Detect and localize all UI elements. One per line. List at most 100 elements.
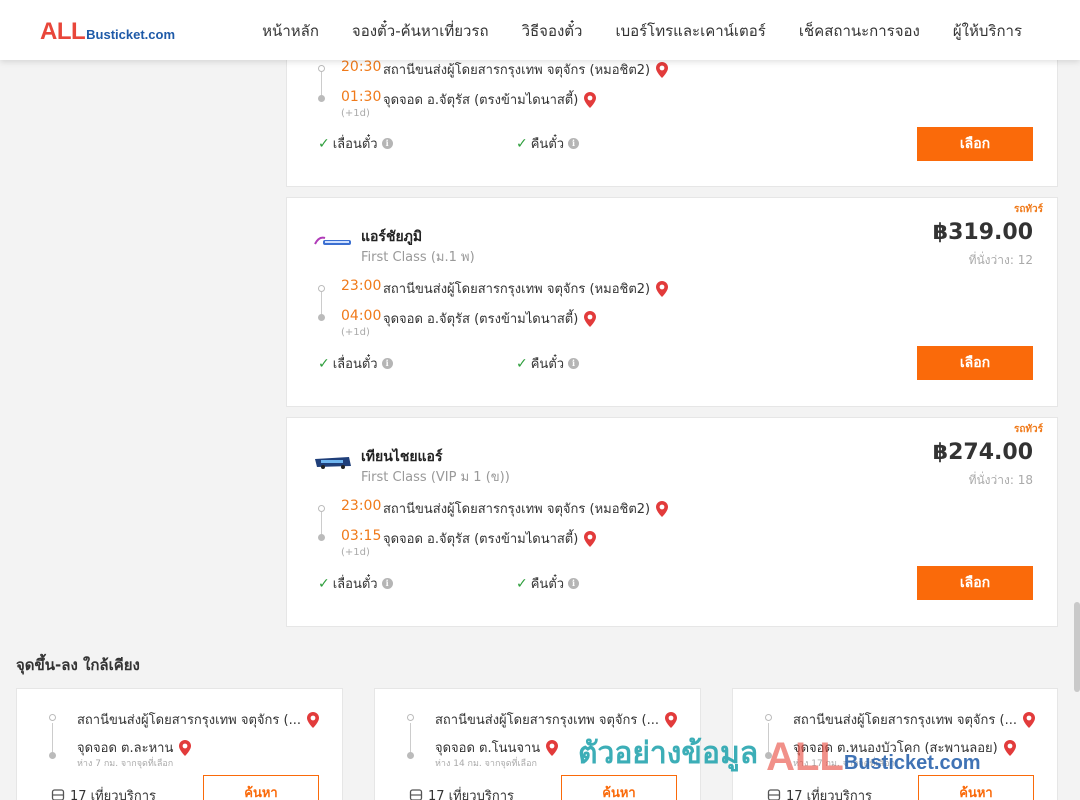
nearby-search-button[interactable]: ค้นหา xyxy=(561,775,677,800)
arrival-time: 03:15 xyxy=(341,528,382,544)
nav-book-search[interactable]: จองตั๋ว-ค้นหาเที่ยวรถ xyxy=(352,19,489,43)
map-pin-icon[interactable] xyxy=(664,711,677,728)
map-pin-icon[interactable] xyxy=(656,61,669,78)
nearby-trip-count-label: 17 เที่ยวบริการ xyxy=(428,789,514,800)
bus-type-tag: รถทัวร์ xyxy=(1013,204,1043,215)
check-icon: ✓ xyxy=(516,135,528,152)
nearby-trip-count-label: 17 เที่ยวบริการ xyxy=(70,789,156,800)
nearby-distance: ห่าง 17 กม. จากจุดที่เลือก xyxy=(793,759,895,769)
nav-operators[interactable]: ผู้ให้บริการ xyxy=(953,19,1022,43)
nearby-distance: ห่าง 14 กม. จากจุดที่เลือก xyxy=(435,759,537,769)
main-nav: หน้าหลัก จองตั๋ว-ค้นหาเที่ยวรถ วิธีจองตั… xyxy=(262,19,1022,43)
departure-stop-label: สถานีขนส่งผู้โดยสารกรุงเทพ จตุจักร (หมอช… xyxy=(383,63,651,78)
seat-class: First Class (ม.1 พ) xyxy=(361,250,475,265)
arrival-stop: จุดจอด อ.จัตุรัส (ตรงข้ามไดนาสตี้) xyxy=(383,308,597,329)
trip-card: 20:30 สถานีขนส่งผู้โดยสารกรุงเทพ จตุจักร… xyxy=(286,40,1058,187)
nearby-trip-count-label: 17 เที่ยวบริการ xyxy=(786,789,872,800)
map-pin-icon[interactable] xyxy=(584,310,597,327)
info-icon[interactable]: i xyxy=(568,358,580,369)
change-ticket-policy: ✓ เลื่อนตั๋ว i xyxy=(318,573,393,594)
departure-stop-label: สถานีขนส่งผู้โดยสารกรุงเทพ จตุจักร (หมอช… xyxy=(383,502,651,517)
info-icon[interactable]: i xyxy=(381,358,393,369)
arrival-dot xyxy=(49,752,56,759)
nav-home[interactable]: หน้าหลัก xyxy=(262,19,319,43)
nearby-distance: ห่าง 7 กม. จากจุดที่เลือก xyxy=(77,759,174,769)
operator-name: แอร์ชัยภูมิ xyxy=(361,229,423,245)
departure-dot xyxy=(318,505,325,512)
nearby-from-stop: สถานีขนส่งผู้โดยสารกรุงเทพ จตุจักร (... xyxy=(435,709,677,730)
arrival-dot xyxy=(318,534,325,541)
refund-ticket-policy: ✓ คืนตั๋ว i xyxy=(516,573,580,594)
bus-icon xyxy=(51,788,65,800)
bus-type-tag: รถทัวร์ xyxy=(1013,424,1043,435)
check-icon: ✓ xyxy=(516,575,528,592)
info-icon[interactable]: i xyxy=(568,578,580,589)
map-pin-icon[interactable] xyxy=(584,91,597,108)
nearby-search-button[interactable]: ค้นหา xyxy=(203,775,319,800)
map-pin-icon[interactable] xyxy=(546,739,559,756)
nav-contact-counters[interactable]: เบอร์โทรและเคาน์เตอร์ xyxy=(615,19,765,43)
refund-ticket-label: คืนตั๋ว xyxy=(530,577,565,592)
departure-time: 23:00 xyxy=(341,278,382,294)
arrival-time: 04:00 xyxy=(341,308,382,324)
map-pin-icon[interactable] xyxy=(656,500,669,517)
arrival-dot xyxy=(407,752,414,759)
map-pin-icon[interactable] xyxy=(1003,739,1016,756)
nearby-route-card: สถานีขนส่งผู้โดยสารกรุงเทพ จตุจักร (... … xyxy=(732,688,1058,800)
nav-check-booking[interactable]: เช็คสถานะการจอง xyxy=(799,19,920,43)
seat-class: First Class (VIP ม 1 (ข)) xyxy=(361,470,510,485)
nearby-from-stop: สถานีขนส่งผู้โดยสารกรุงเทพ จตุจักร (... xyxy=(793,709,1035,730)
arrival-dot xyxy=(318,95,325,102)
refund-ticket-label: คืนตั๋ว xyxy=(530,137,565,152)
departure-dot xyxy=(49,714,56,721)
nearby-search-button[interactable]: ค้นหา xyxy=(918,775,1034,800)
map-pin-icon[interactable] xyxy=(656,280,669,297)
change-ticket-label: เลื่อนตั๋ว xyxy=(332,137,378,152)
select-trip-button[interactable]: เลือก xyxy=(917,566,1033,600)
check-icon: ✓ xyxy=(516,355,528,372)
departure-stop-label: สถานีขนส่งผู้โดยสารกรุงเทพ จตุจักร (หมอช… xyxy=(383,282,651,297)
departure-stop: สถานีขนส่งผู้โดยสารกรุงเทพ จตุจักร (หมอช… xyxy=(383,278,669,299)
page-scrollbar-thumb[interactable] xyxy=(1074,602,1080,692)
trip-card: รถทัวร์ แอร์ชัยภูมิ First Class (ม.1 พ) … xyxy=(286,197,1058,407)
nearby-from-label: สถานีขนส่งผู้โดยสารกรุงเทพ จตุจักร (... xyxy=(435,713,659,728)
select-trip-button[interactable]: เลือก xyxy=(917,346,1033,380)
seats-available: ที่นั่งว่าง: 18 xyxy=(968,473,1033,487)
nav-how-to-book[interactable]: วิธีจองตั๋ว xyxy=(522,19,583,43)
arrival-time: 01:30 xyxy=(341,89,382,105)
departure-stop: สถานีขนส่งผู้โดยสารกรุงเทพ จตุจักร (หมอช… xyxy=(383,498,669,519)
ticket-price: ฿274.00 xyxy=(932,440,1033,465)
refund-ticket-policy: ✓ คืนตั๋ว i xyxy=(516,133,580,154)
site-logo[interactable]: ALL Busticket.com xyxy=(40,18,175,46)
ticket-price: ฿319.00 xyxy=(932,220,1033,245)
info-icon[interactable]: i xyxy=(381,138,393,149)
nearby-from-label: สถานีขนส่งผู้โดยสารกรุงเทพ จตุจักร (... xyxy=(77,713,301,728)
nearby-to-stop: จุดจอด ต.ละหาน xyxy=(77,737,192,758)
arrival-stop: จุดจอด อ.จัตุรัส (ตรงข้ามไดนาสตี้) xyxy=(383,89,597,110)
nearby-to-label: จุดจอด ต.โนนจาน xyxy=(435,741,541,756)
select-trip-button[interactable]: เลือก xyxy=(917,127,1033,161)
refund-ticket-label: คืนตั๋ว xyxy=(530,357,565,372)
next-day-note: (+1d) xyxy=(341,547,370,558)
change-ticket-label: เลื่อนตั๋ว xyxy=(332,577,378,592)
arrival-stop-label: จุดจอด อ.จัตุรัส (ตรงข้ามไดนาสตี้) xyxy=(383,532,579,547)
departure-time: 23:00 xyxy=(341,498,382,514)
change-ticket-policy: ✓ เลื่อนตั๋ว i xyxy=(318,133,393,154)
nearby-trip-count: 17 เที่ยวบริการ xyxy=(767,785,872,800)
operator-name: เทียนไชยแอร์ xyxy=(361,449,443,465)
map-pin-icon[interactable] xyxy=(306,711,319,728)
info-icon[interactable]: i xyxy=(381,578,393,589)
check-icon: ✓ xyxy=(318,135,330,152)
next-day-note: (+1d) xyxy=(341,327,370,338)
arrival-stop-label: จุดจอด อ.จัตุรัส (ตรงข้ามไดนาสตี้) xyxy=(383,312,579,327)
logo-all-text: ALL xyxy=(40,18,86,45)
check-icon: ✓ xyxy=(318,575,330,592)
check-icon: ✓ xyxy=(318,355,330,372)
departure-dot xyxy=(407,714,414,721)
map-pin-icon[interactable] xyxy=(584,530,597,547)
info-icon[interactable]: i xyxy=(568,138,580,149)
map-pin-icon[interactable] xyxy=(1022,711,1035,728)
departure-time: 20:30 xyxy=(341,59,382,75)
departure-dot xyxy=(318,285,325,292)
map-pin-icon[interactable] xyxy=(179,739,192,756)
